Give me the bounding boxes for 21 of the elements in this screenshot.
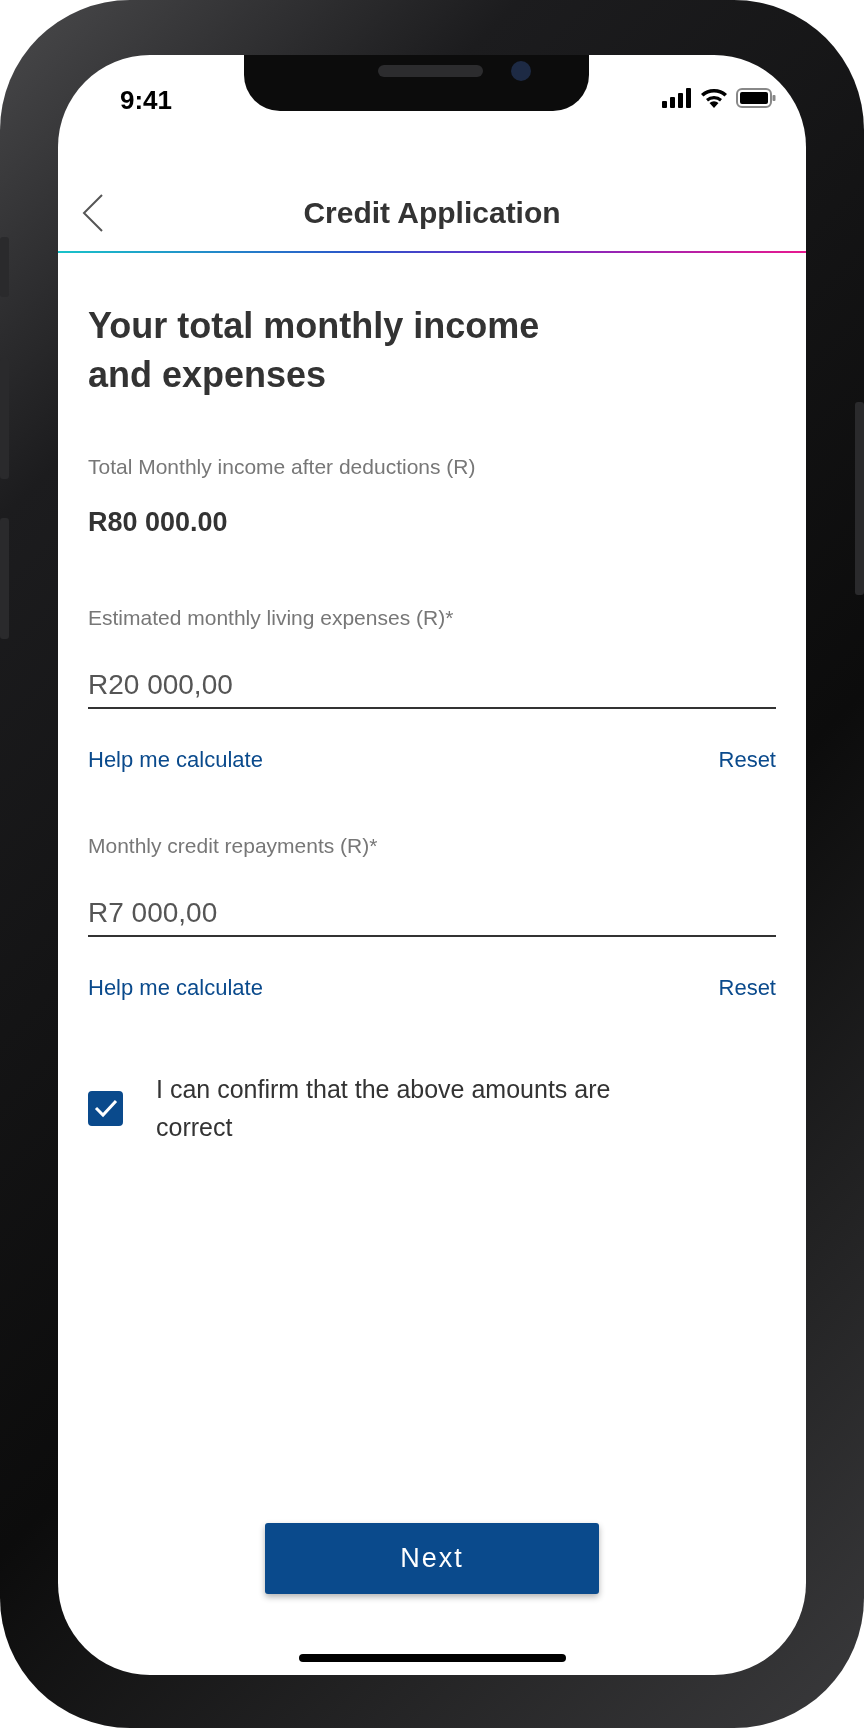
wifi-icon — [700, 88, 728, 108]
input-field[interactable]: R20 000,00 — [88, 663, 776, 709]
reset-link[interactable]: Reset — [718, 745, 776, 775]
status-time: 9:41 — [120, 85, 173, 116]
help-calculate-link[interactable]: Help me calculate — [88, 745, 263, 775]
next-button[interactable]: Next — [265, 1523, 599, 1594]
page-heading: Your total monthly income and expenses — [88, 304, 541, 397]
battery-icon — [736, 88, 776, 108]
checkmark-icon — [93, 1098, 118, 1118]
screen-title: Credit Application — [303, 196, 561, 230]
confirm-label: I can confirm that the above amounts are correct — [156, 1074, 612, 1143]
income-value: R80 000.00 — [88, 506, 228, 539]
checkbox[interactable] — [88, 1090, 123, 1126]
reset-link[interactable]: Reset — [718, 973, 776, 1003]
field-label: Total Monthly income after deductions (R) — [88, 454, 476, 480]
field-label: Monthly credit repayments (R)* — [88, 833, 378, 859]
signal-icon — [662, 88, 692, 108]
help-calculate-link[interactable]: Help me calculate — [88, 973, 263, 1003]
back-icon[interactable] — [82, 193, 104, 233]
input-field[interactable]: R7 000,00 — [88, 891, 776, 937]
field-label: Estimated monthly living expenses (R)* — [88, 605, 454, 631]
